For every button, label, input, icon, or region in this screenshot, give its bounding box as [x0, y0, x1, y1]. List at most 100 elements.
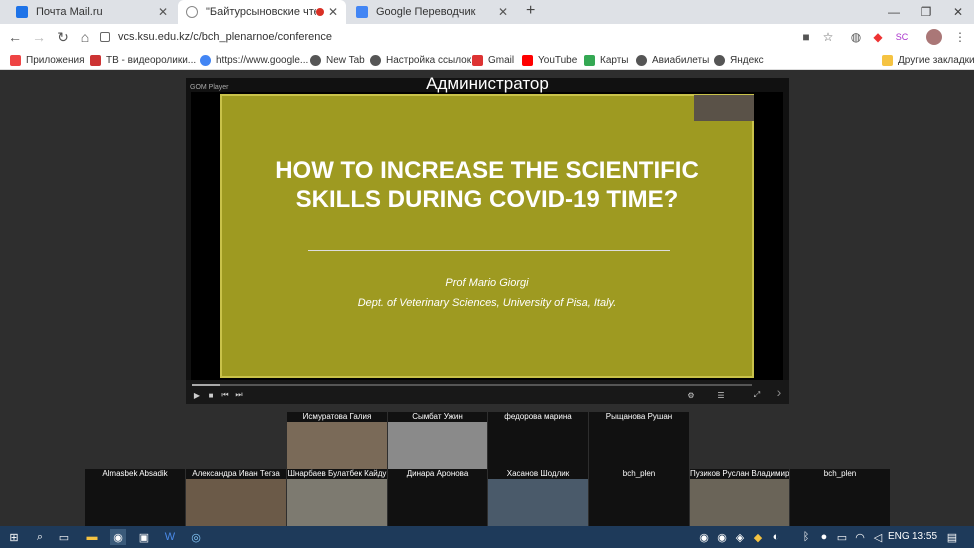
- menu-icon[interactable]: ⋮: [952, 29, 968, 45]
- word-icon[interactable]: W: [162, 529, 178, 545]
- reload-button[interactable]: ↻: [54, 28, 72, 46]
- participant-tile[interactable]: Пузиков Руслан Владимир: [690, 469, 789, 526]
- participant-tile[interactable]: Исмуратова Галия: [287, 412, 387, 469]
- picture-in-picture-video: [694, 95, 754, 121]
- app-icon[interactable]: ▣: [136, 529, 152, 545]
- mail-icon: [16, 6, 28, 18]
- profile-avatar[interactable]: [926, 29, 942, 45]
- presenter-name: Администратор: [426, 74, 549, 93]
- other-bookmarks[interactable]: Другие закладки: [882, 53, 974, 67]
- play-icon[interactable]: ▶: [192, 390, 202, 400]
- participant-tile[interactable]: Хасанов Шодлик: [488, 469, 588, 526]
- tray-icon[interactable]: ◐: [768, 529, 784, 545]
- bookmark-apps[interactable]: Приложения: [10, 53, 85, 67]
- participant-tile[interactable]: Александра Иван Тегза: [186, 469, 286, 526]
- seek-bar[interactable]: [192, 384, 752, 386]
- app-icon[interactable]: ◎: [188, 529, 204, 545]
- participant-name: bch_plen: [622, 469, 656, 478]
- tray-icon[interactable]: ◉: [696, 529, 712, 545]
- extension-sc-icon[interactable]: SC: [894, 29, 910, 45]
- windows-taskbar: ⊞ ⌕ ▭ ▬ ◉ ▣ W ◎ ◉ ◉ ◈ ◆ ◐ ᛒ ● ▭ ◠ ◁ ENG …: [0, 526, 974, 548]
- google-icon: [200, 54, 211, 66]
- address-bar[interactable]: vcs.ksu.edu.kz/c/bch_plenarnoe/conferenc…: [100, 27, 840, 47]
- bookmark-label: Другие закладки: [898, 54, 974, 66]
- tray-icon[interactable]: ◆: [750, 529, 766, 545]
- camera-icon[interactable]: ■: [798, 29, 814, 45]
- participant-tile[interactable]: bch_plen: [790, 469, 890, 526]
- bookmark-new-tab[interactable]: New Tab: [310, 53, 365, 67]
- participant-tile[interactable]: bch_plen: [589, 469, 689, 526]
- tray-icon[interactable]: ◉: [714, 529, 730, 545]
- bookmark-yandex[interactable]: Яндекс: [714, 53, 764, 67]
- microphone-icon[interactable]: ●: [816, 529, 832, 545]
- bookmark-label: Gmail: [488, 54, 515, 66]
- bookmark-google[interactable]: https://www.google...: [200, 53, 308, 67]
- slide-divider: [308, 250, 670, 251]
- participant-tile[interactable]: Шнарбаев Булатбек Кайду: [287, 469, 387, 526]
- participant-tile[interactable]: Динара Аронова: [388, 469, 487, 526]
- tab-mail[interactable]: Почта Mail.ru ✕: [8, 0, 176, 24]
- bookmark-maps[interactable]: Карты: [584, 53, 629, 67]
- participant-video: [690, 479, 789, 526]
- globe-icon: [714, 54, 725, 66]
- volume-icon[interactable]: ◁: [870, 529, 886, 545]
- close-window-button[interactable]: ✕: [942, 0, 974, 24]
- wifi-icon[interactable]: ◠: [852, 529, 868, 545]
- bookmark-star-icon[interactable]: ☆: [820, 29, 836, 45]
- participant-tile[interactable]: Рыщанова Рушан: [589, 412, 689, 469]
- participant-name: федорова марина: [504, 412, 572, 421]
- search-icon[interactable]: ⌕: [32, 529, 48, 545]
- chevron-right-icon[interactable]: ›: [770, 382, 788, 402]
- participant-tile[interactable]: федорова марина: [488, 412, 588, 469]
- apps-grid-icon: [10, 54, 21, 66]
- playlist-icon[interactable]: ☰: [716, 390, 726, 400]
- bookmark-label: Настройка ссылок: [386, 54, 472, 66]
- participant-tile[interactable]: Almasbek Absadik: [85, 469, 185, 526]
- tab-label: Google Переводчик: [376, 6, 476, 18]
- globe-icon: [370, 54, 381, 66]
- back-button[interactable]: ←: [6, 28, 24, 46]
- fullscreen-icon[interactable]: ⤢: [752, 390, 762, 400]
- participant-name: Динара Аронова: [406, 469, 469, 478]
- forward-button[interactable]: →: [30, 28, 48, 46]
- task-view-icon[interactable]: ▭: [56, 529, 72, 545]
- bookmark-links[interactable]: Настройка ссылок: [370, 53, 471, 67]
- minimize-button[interactable]: —: [878, 0, 910, 24]
- settings-icon[interactable]: ⚙: [686, 390, 696, 400]
- translate-extension-icon[interactable]: ◍: [848, 29, 864, 45]
- new-tab-button[interactable]: +: [526, 2, 535, 20]
- close-tab-icon[interactable]: ✕: [328, 5, 338, 19]
- tab-conference[interactable]: "Байтурсыновские чтения ✕: [178, 0, 346, 24]
- clock[interactable]: 13:55: [912, 531, 937, 542]
- file-explorer-icon[interactable]: ▬: [84, 529, 100, 545]
- conference-icon: [186, 6, 198, 18]
- battery-icon[interactable]: ▭: [834, 529, 850, 545]
- close-tab-icon[interactable]: ✕: [498, 5, 508, 19]
- player-controls: ▶ ■ ⏮ ⏭ ⚙ ☰ ⤢: [186, 380, 789, 404]
- bookmark-tv[interactable]: ТВ - видеоролики...: [90, 53, 196, 67]
- bluetooth-icon[interactable]: ᛒ: [798, 529, 814, 545]
- tray-icon[interactable]: ◈: [732, 529, 748, 545]
- close-tab-icon[interactable]: ✕: [158, 5, 168, 19]
- bookmark-aviabilety[interactable]: Авиабилеты: [636, 53, 709, 67]
- previous-icon[interactable]: ⏮: [220, 390, 230, 400]
- participant-name: Рыщанова Рушан: [605, 412, 673, 421]
- home-button[interactable]: ⌂: [76, 28, 94, 46]
- chrome-icon[interactable]: ◉: [110, 529, 126, 545]
- participant-video: [287, 422, 387, 469]
- next-icon[interactable]: ⏭: [234, 390, 244, 400]
- language-indicator[interactable]: ENG: [888, 531, 910, 542]
- bookmark-youtube[interactable]: YouTube: [522, 53, 577, 67]
- restore-button[interactable]: ❐: [910, 0, 942, 24]
- extension-cube-icon[interactable]: ◆: [870, 29, 886, 45]
- windows-start-icon[interactable]: ⊞: [6, 529, 22, 545]
- notifications-icon[interactable]: ▤: [944, 529, 960, 545]
- participant-name: Almasbek Absadik: [102, 469, 168, 478]
- bookmark-label: ТВ - видеоролики...: [106, 54, 197, 66]
- tab-translate[interactable]: Google Переводчик ✕: [348, 0, 516, 24]
- seek-bar-fill: [192, 384, 220, 386]
- participant-video: [488, 479, 588, 526]
- participant-tile[interactable]: Сымбат Ужин: [388, 412, 487, 469]
- stop-icon[interactable]: ■: [206, 390, 216, 400]
- bookmark-gmail[interactable]: Gmail: [472, 53, 514, 67]
